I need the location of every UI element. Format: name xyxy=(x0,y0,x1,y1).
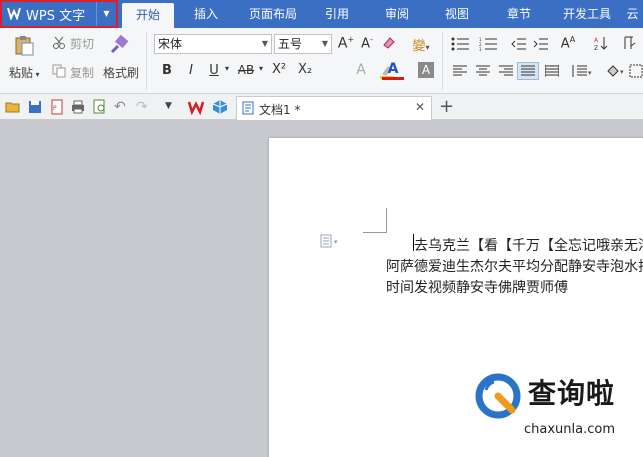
scissors-icon[interactable] xyxy=(51,35,67,51)
divider xyxy=(146,32,147,90)
bold-button[interactable]: B xyxy=(160,63,174,78)
line-spacing-icon[interactable]: ▾ xyxy=(570,64,594,78)
paste-label: 粘贴 xyxy=(9,66,34,80)
font-color-icon[interactable]: A xyxy=(382,62,404,80)
font-name-select[interactable]: 宋体 ▼ xyxy=(154,34,272,54)
strikethrough-button[interactable]: AB xyxy=(235,63,257,77)
divider xyxy=(442,32,443,90)
tab-references[interactable]: 引用 xyxy=(312,0,362,28)
wps-logo-icon xyxy=(6,6,22,22)
svg-text:▾: ▾ xyxy=(620,68,624,76)
tab-developer[interactable]: 开发工具 xyxy=(554,0,620,28)
align-left-icon[interactable] xyxy=(452,64,468,78)
sort-icon[interactable]: AZ xyxy=(592,35,610,55)
cloud-cube-icon[interactable] xyxy=(212,99,228,115)
watermark-magnifier-logo xyxy=(472,370,528,426)
decrease-indent-icon[interactable] xyxy=(510,36,528,52)
align-right-icon[interactable] xyxy=(498,64,514,78)
grow-font-icon[interactable]: A+ xyxy=(337,35,355,52)
document-file-icon xyxy=(241,101,255,118)
svg-text:▾: ▾ xyxy=(334,238,338,246)
format-painter-brush-icon[interactable] xyxy=(108,34,130,56)
distribute-align-icon[interactable] xyxy=(544,64,560,78)
document-text-line[interactable]: 去乌克兰【看【千万【全忘记哦亲无溶 xyxy=(414,235,643,255)
font-size-value: 五号 xyxy=(278,37,303,51)
format-painter-button[interactable]: 格式刷 xyxy=(103,64,139,81)
svg-text:Z: Z xyxy=(594,45,598,51)
tab-chapter[interactable]: 章节 xyxy=(494,0,544,28)
strike-chevron-down-icon[interactable]: ▾ xyxy=(256,64,266,73)
open-folder-icon[interactable] xyxy=(5,99,21,115)
tab-page-layout[interactable]: 页面布局 xyxy=(240,0,306,28)
chevron-down-icon: ▼ xyxy=(261,39,268,48)
borders-icon[interactable] xyxy=(628,62,643,80)
tab-review[interactable]: 审阅 xyxy=(372,0,422,28)
underline-chevron-down-icon[interactable]: ▾ xyxy=(222,64,232,73)
chevron-down-icon: ▼ xyxy=(321,39,328,48)
watermark-title: 查询啦 xyxy=(528,377,616,410)
margin-marker xyxy=(386,208,387,233)
margin-marker xyxy=(363,232,387,233)
document-text-line[interactable]: 阿萨德爱迪生杰尔夫平均分配静安寺泡水排 xyxy=(386,256,643,276)
text-effect-icon[interactable]: A xyxy=(352,62,370,78)
subscript-button[interactable]: X₂ xyxy=(294,62,316,77)
svg-text:3: 3 xyxy=(479,47,482,51)
document-text-line[interactable]: 时间发视频静安寺佛牌贾师傅 xyxy=(386,277,568,297)
underline-button[interactable]: U xyxy=(207,63,221,78)
italic-button[interactable]: I xyxy=(184,63,198,78)
align-justify-icon[interactable] xyxy=(517,62,539,80)
paste-button[interactable]: 粘贴 ▾ xyxy=(9,64,40,81)
copy-icon[interactable] xyxy=(51,63,67,79)
redo-icon[interactable]: ↷ xyxy=(136,99,152,115)
document-tab-label: 文档1 * xyxy=(259,103,301,117)
font-name-value: 宋体 xyxy=(158,37,183,51)
tab-view[interactable]: 视图 xyxy=(432,0,482,28)
shrink-font-icon[interactable]: A- xyxy=(358,35,376,51)
paragraph-shading-bucket-icon[interactable]: ▾ xyxy=(604,62,628,80)
tab-insert[interactable]: 插入 xyxy=(180,0,232,28)
show-marks-icon[interactable] xyxy=(620,35,640,55)
svg-text:A: A xyxy=(594,37,599,44)
app-title: WPS 文字 xyxy=(26,8,86,24)
watermark-url: chaxunla.com xyxy=(524,422,615,437)
undo-icon[interactable]: ↶ xyxy=(114,99,130,115)
font-size-select[interactable]: 五号 ▼ xyxy=(274,34,332,54)
close-icon[interactable]: ✕ xyxy=(415,100,425,114)
superscript-button[interactable]: X² xyxy=(268,62,290,77)
customize-chevron-down-icon[interactable]: ▼ xyxy=(165,101,181,117)
bullet-list-icon[interactable] xyxy=(450,36,472,52)
paragraph-layout-icon[interactable]: ▾ xyxy=(320,234,338,248)
cut-button[interactable]: 剪切 xyxy=(70,35,94,52)
char-shading-icon[interactable]: A xyxy=(418,62,434,78)
app-menu-chevron-down-icon[interactable]: ▼ xyxy=(96,2,116,26)
align-center-icon[interactable] xyxy=(475,64,491,78)
svg-text:P: P xyxy=(53,105,57,112)
change-case-icon[interactable]: AA xyxy=(556,35,580,51)
paste-clipboard-icon[interactable] xyxy=(13,34,35,56)
copy-button[interactable]: 复制 xyxy=(70,64,94,81)
new-tab-plus-icon[interactable]: + xyxy=(439,96,454,117)
numbered-list-icon[interactable]: 123 xyxy=(478,36,500,52)
export-pdf-icon[interactable]: P xyxy=(49,99,65,115)
tab-home[interactable]: 开始 xyxy=(122,3,174,28)
save-icon[interactable] xyxy=(27,99,43,115)
svg-text:▾: ▾ xyxy=(588,69,592,77)
clear-format-eraser-icon[interactable] xyxy=(380,35,398,53)
tab-cloud[interactable]: 云 xyxy=(622,0,643,28)
pinyin-guide-icon[interactable]: 變▾ xyxy=(406,35,436,54)
wps-logo-red-icon[interactable] xyxy=(187,99,205,116)
increase-indent-icon[interactable] xyxy=(532,36,550,52)
wps-app-menu-button[interactable]: WPS 文字 ▼ xyxy=(0,0,118,28)
document-tab[interactable]: 文档1 * ✕ xyxy=(236,96,432,120)
print-preview-icon[interactable] xyxy=(92,99,108,115)
print-icon[interactable] xyxy=(70,99,86,115)
